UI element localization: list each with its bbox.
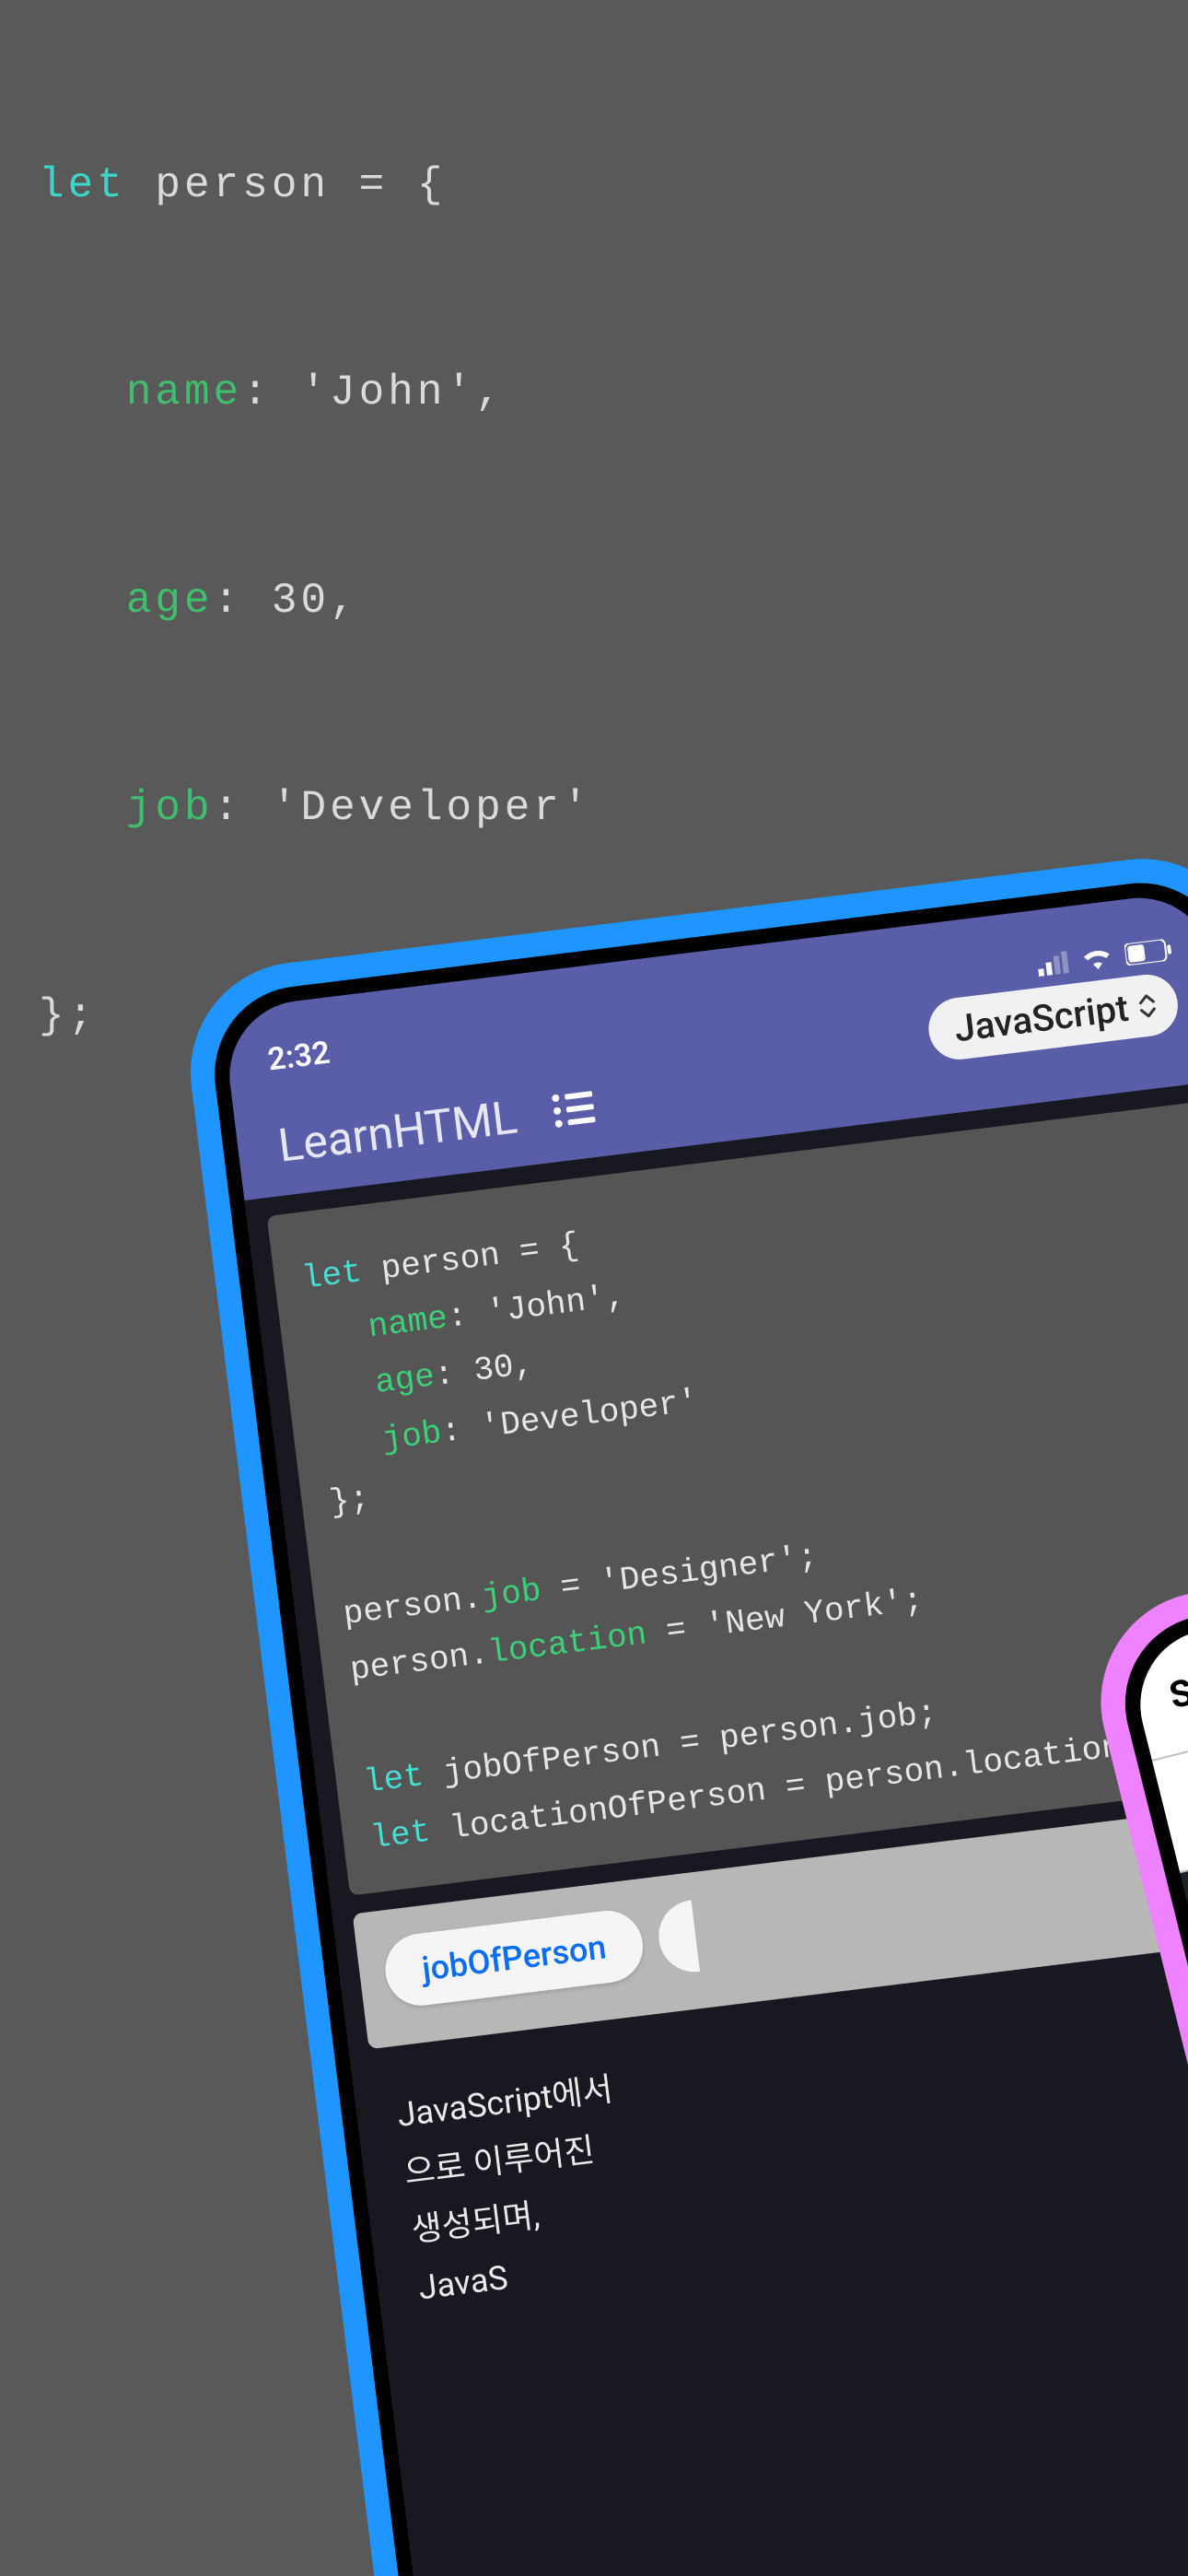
autocomplete-option-partial[interactable] (655, 1901, 700, 1976)
autocomplete-option[interactable]: jobOfPerson (381, 1907, 646, 2010)
list-icon[interactable] (551, 1089, 596, 1132)
code-editor[interactable]: let person = { name: 'John', age: 30, jo… (267, 1100, 1188, 1895)
app-title: LearnHTML (275, 1091, 520, 1173)
status-icons (1036, 938, 1172, 977)
wifi-icon (1080, 945, 1114, 971)
status-time: 2:32 (266, 1035, 332, 1079)
battery-icon (1124, 938, 1173, 966)
cellular-signal-icon (1036, 951, 1070, 977)
phone-mockup-primary: 2:32 LearnHTML (178, 847, 1188, 2576)
chevron-updown-icon (1136, 990, 1159, 1020)
language-selector-label: JavaScript (952, 987, 1131, 1051)
code-keyword-let: let (39, 161, 126, 209)
background-code-snippet: let person = { name: 'John', age: 30, jo… (39, 134, 592, 1068)
